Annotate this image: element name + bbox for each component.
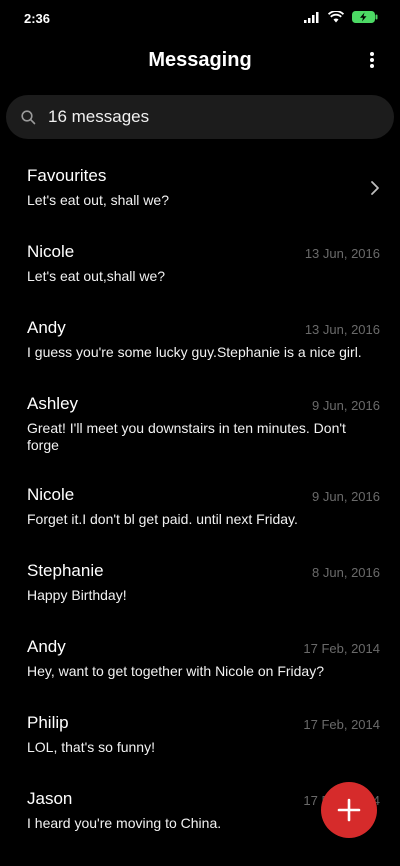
- conversation-date: 9 Jun, 2016: [312, 489, 380, 504]
- conversation-item[interactable]: Stephanie 8 Jun, 2016 Happy Birthday!: [0, 545, 400, 621]
- chevron-right-icon: [371, 181, 379, 195]
- wifi-icon: [328, 11, 344, 23]
- battery-charging-icon: [352, 11, 378, 23]
- status-bar: 2:36: [0, 0, 400, 36]
- conversation-date: 13 Jun, 2016: [304, 246, 380, 261]
- conversation-date: 9 Jun, 2016: [312, 398, 380, 413]
- conversation-item[interactable]: Andy 13 Jun, 2016 I guess you're some lu…: [0, 302, 400, 378]
- search-icon: [21, 110, 36, 125]
- more-options-button[interactable]: [364, 50, 380, 72]
- conversation-snippet: I guess you're some lucky guy.Stephanie …: [27, 344, 362, 360]
- status-icons: [304, 11, 378, 23]
- plus-icon: [337, 798, 361, 822]
- conversation-name: Andy: [27, 637, 66, 656]
- conversation-date: 17 Feb, 2014: [303, 717, 380, 732]
- more-vertical-icon: [370, 52, 374, 68]
- conversation-name: Nicole: [27, 242, 75, 261]
- conversation-date: 17 Feb, 2014: [303, 641, 380, 656]
- conversation-name: Stephanie: [27, 561, 104, 580]
- conversation-item[interactable]: Philip 17 Feb, 2014 LOL, that's so funny…: [0, 697, 400, 773]
- conversation-date: 13 Jun, 2016: [304, 322, 380, 337]
- conversation-snippet: Happy Birthday!: [27, 587, 127, 603]
- conversation-item[interactable]: Ashley 9 Jun, 2016 Great! I'll meet you …: [0, 378, 400, 469]
- signal-icon: [304, 11, 319, 23]
- conversation-snippet: Let's eat out,shall we?: [27, 268, 166, 284]
- conversation-snippet: LOL, that's so funny!: [27, 739, 155, 755]
- conversation-name: Favourites: [27, 166, 107, 185]
- status-time: 2:36: [24, 11, 51, 26]
- conversation-list: Favourites Let's eat out, shall we? Nico…: [0, 150, 400, 849]
- conversation-item[interactable]: Nicole 9 Jun, 2016 Forget it.I don't bl …: [0, 469, 400, 545]
- conversation-name: Nicole: [27, 485, 75, 504]
- conversation-name: Andy: [27, 318, 66, 337]
- search-input[interactable]: 16 messages: [48, 107, 149, 127]
- conversation-item[interactable]: Nicole 13 Jun, 2016 Let's eat out,shall …: [0, 226, 400, 302]
- conversation-snippet: Hey, want to get together with Nicole on…: [27, 663, 325, 679]
- favourites-item[interactable]: Favourites Let's eat out, shall we?: [0, 150, 400, 226]
- conversation-item[interactable]: Andy 17 Feb, 2014 Hey, want to get toget…: [0, 621, 400, 697]
- app-header: Messaging: [0, 36, 400, 88]
- conversation-name: Philip: [27, 713, 69, 732]
- conversation-snippet: Forget it.I don't bl get paid. until nex…: [27, 511, 298, 527]
- conversation-name: Jason: [27, 789, 73, 808]
- conversation-snippet: Let's eat out, shall we?: [27, 192, 169, 208]
- search-bar[interactable]: 16 messages: [6, 95, 394, 139]
- conversation-date: 8 Jun, 2016: [312, 565, 380, 580]
- page-title: Messaging: [148, 49, 252, 71]
- compose-button[interactable]: [321, 782, 377, 838]
- conversation-snippet: Great! I'll meet you downstairs in ten m…: [27, 420, 346, 453]
- conversation-name: Ashley: [27, 394, 79, 413]
- conversation-snippet: I heard you're moving to China.: [27, 815, 222, 831]
